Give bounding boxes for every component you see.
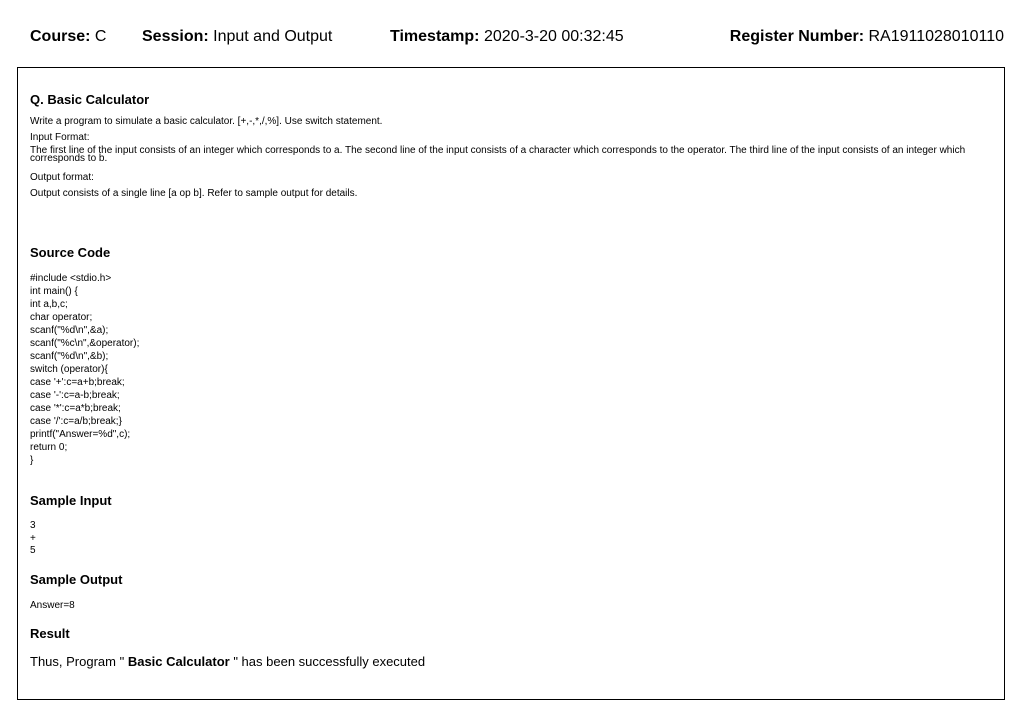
timestamp-field: Timestamp: 2020-3-20 00:32:45 (390, 28, 624, 46)
sample-output-block: Answer=8 (30, 599, 990, 612)
register-value: RA1911028010110 (868, 28, 1004, 45)
session-field: Session: Input and Output (142, 28, 332, 46)
code-line: return 0; (30, 442, 68, 453)
question-title: Q. Basic Calculator (30, 92, 150, 107)
course-label: Course: (30, 28, 91, 45)
code-line: scanf("%d\n",&b); (30, 351, 109, 362)
content-frame: Q. Basic Calculator Write a program to s… (17, 67, 1005, 700)
code-line: case '+':c=a+b;break; (30, 377, 125, 388)
sample-input-title: Sample Input (30, 493, 112, 508)
sample-input-line: 5 (30, 545, 36, 556)
code-line: char operator; (30, 312, 93, 323)
code-line: scanf("%d\n",&a); (30, 325, 109, 336)
timestamp-value: 2020-3-20 00:32:45 (483, 28, 624, 45)
input-format-label: Input Format: (30, 132, 90, 143)
code-line: } (30, 455, 34, 466)
course-value: C (94, 28, 107, 45)
result-title: Result (30, 625, 70, 641)
sample-output-line: Answer=8 (30, 599, 75, 611)
code-line: case '*':c=a*b;break; (30, 403, 121, 414)
source-code-title: Source Code (30, 245, 111, 260)
sample-input-line: 3 (30, 520, 36, 531)
code-line: #include <stdio.h> (30, 273, 112, 284)
question-description: Write a program to simulate a basic calc… (30, 116, 383, 127)
result-prefix: Thus, Program " (30, 653, 125, 669)
result-text: Thus, Program " Basic Calculator " has b… (30, 654, 990, 669)
session-label: Session: (142, 28, 209, 45)
code-line: int main() { (30, 286, 78, 297)
timestamp-label: Timestamp: (390, 28, 480, 45)
sample-input-line: + (30, 532, 36, 544)
document-header: Course: C Session: Input and Output Time… (0, 0, 1024, 66)
code-line: switch (operator){ (30, 364, 108, 375)
source-code-block: #include <stdio.h> int main() { int a,b,c;… (30, 272, 990, 467)
sample-input-block: 3 +5 (30, 520, 990, 558)
result-suffix: " has been successfully executed (233, 653, 426, 669)
code-line: printf("Answer=%d",c); (30, 429, 131, 440)
code-line: scanf("%c\n",&operator); (30, 338, 140, 349)
code-line: case '-':c=a-b;break; (30, 390, 120, 401)
result-program-name: Basic Calculator (127, 653, 230, 669)
session-value: Input and Output (213, 28, 333, 45)
content-body: Q. Basic Calculator Write a program to s… (30, 92, 990, 669)
output-format-text: Output consists of a single line [a op b… (30, 188, 358, 199)
course-field: Course: C (30, 28, 106, 46)
code-line: int a,b,c; (30, 299, 68, 310)
register-label: Register Number: (729, 28, 865, 45)
register-number-field: Register Number: RA1911028010110 (730, 28, 1004, 46)
sample-output-title: Sample Output (30, 571, 123, 587)
input-format-text: The first line of the input consists of … (30, 145, 966, 164)
code-line: case '/':c=a/b;break;} (30, 416, 122, 427)
output-format-label: Output format: (30, 172, 94, 183)
